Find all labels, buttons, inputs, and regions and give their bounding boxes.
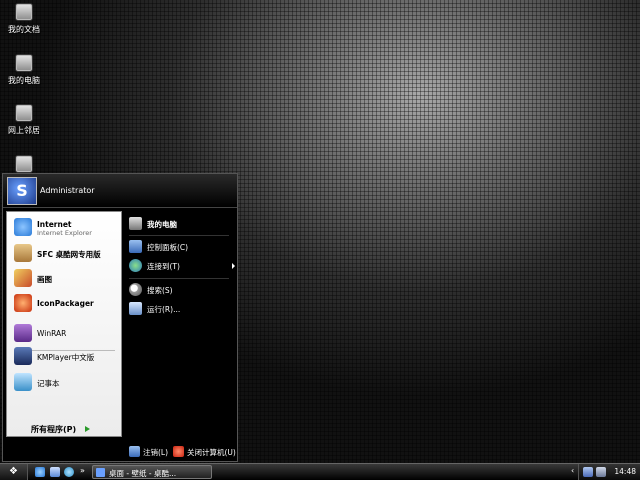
all-programs-arrow-icon [85,426,90,432]
sfc-icon [14,244,32,262]
places-item-label: 我的电脑 [147,220,177,229]
start-menu: S Administrator Internet Internet Explor… [2,173,238,462]
submenu-arrow-icon [232,263,235,269]
notepad-icon [14,373,32,391]
places-separator [129,278,229,279]
user-name: Administrator [40,186,95,195]
control-panel-icon [129,240,142,253]
iconpackager-icon [14,294,32,312]
logoff-label: 注销(L) [143,448,169,457]
run-icon [129,302,142,315]
places-item-search[interactable]: 搜索(S) [129,282,235,298]
recent-item-label: IconPackager [37,299,94,308]
connect-to-icon [129,259,142,272]
recent-item-paint[interactable]: 画图 [11,268,121,288]
window-app-icon [96,468,105,477]
recent-item-label: 画图 [37,275,52,284]
system-tray: ‹ 14:48 [571,464,640,480]
quick-launch-more-button[interactable]: » [80,466,85,475]
recent-item-notepad[interactable]: 记事本 [11,372,121,392]
logoff-icon [129,446,140,457]
places-item-label: 控制面板(C) [147,243,189,252]
my-documents-icon [15,3,33,21]
places-item-run[interactable]: 运行(R)... [129,301,235,317]
recent-item-iconpackager[interactable]: IconPackager [11,293,121,313]
places-separator [129,235,229,236]
paint-icon [14,269,32,287]
desktop-icon-label: 网上邻居 [8,126,40,135]
network-places-icon [15,104,33,122]
recent-item-winrar[interactable]: WinRAR [11,323,121,343]
pinned-item-title: SFC 桌酷网专用版 [37,250,101,259]
kmplayer-icon [14,347,32,365]
recent-item-label: 记事本 [37,379,60,388]
start-menu-places-pane: 我的电脑 控制面板(C) 连接到(T) 搜索(S) 运行(R)... [125,211,235,437]
desktop-icon-label: 我的文档 [8,25,40,34]
search-icon [129,283,142,296]
my-computer-icon [15,54,33,72]
pinned-item-sfc[interactable]: SFC 桌酷网专用版 [11,243,121,263]
places-item-connect-to[interactable]: 连接到(T) [129,258,235,274]
desktop-icon-label: 我的电脑 [8,76,40,85]
desktop-icon-my-documents[interactable]: 我的文档 [0,3,48,35]
places-item-label: 连接到(T) [147,262,180,271]
taskbar-window-button[interactable]: 桌面 - 壁纸 - 桌酷... [92,465,212,479]
places-item-label: 运行(R)... [147,305,181,314]
my-computer-icon [129,217,142,230]
tray-expand-button[interactable]: ‹ [571,466,574,475]
places-item-control-panel[interactable]: 控制面板(C) [129,239,235,255]
ie-quicklaunch-icon[interactable] [35,467,45,477]
winrar-icon [14,324,32,342]
taskbar-window-title: 桌面 - 壁纸 - 桌酷... [109,469,177,478]
places-item-my-computer[interactable]: 我的电脑 [129,216,235,232]
shutdown-label: 关闭计算机(U) [187,448,236,457]
pinned-item-subtitle: Internet Explorer [37,229,92,237]
all-programs-label: 所有程序(P) [31,425,77,434]
recent-item-kmplayer[interactable]: KMPlayer中文版 [11,346,121,366]
show-desktop-icon[interactable] [50,467,60,477]
desktop-icon-my-computer[interactable]: 我的电脑 [0,54,48,86]
start-menu-header: S Administrator [3,174,237,208]
places-item-label: 搜索(S) [147,286,173,295]
volume-tray-icon[interactable] [596,467,606,477]
user-avatar[interactable]: S [7,177,37,205]
start-menu-footer: 注销(L) 关闭计算机(U) [3,440,237,462]
start-menu-programs-pane: Internet Internet Explorer SFC 桌酷网专用版 画图… [6,211,122,437]
pinned-item-title: Internet [37,220,72,229]
recycle-bin-icon [15,155,33,173]
ie-icon [14,218,32,236]
recent-item-label: WinRAR [37,329,67,338]
recent-item-label: KMPlayer中文版 [37,353,95,362]
media-player-icon[interactable] [64,467,74,477]
clock[interactable]: 14:48 [614,467,636,476]
desktop-icon-network-places[interactable]: 网上邻居 [0,104,48,136]
pinned-item-internet[interactable]: Internet Internet Explorer [11,217,121,237]
start-button[interactable]: ❖ [0,464,28,480]
taskbar: ❖ » 桌面 - 壁纸 - 桌酷... ‹ 14:48 [0,463,640,480]
network-tray-icon[interactable] [583,467,593,477]
power-icon [173,446,184,457]
